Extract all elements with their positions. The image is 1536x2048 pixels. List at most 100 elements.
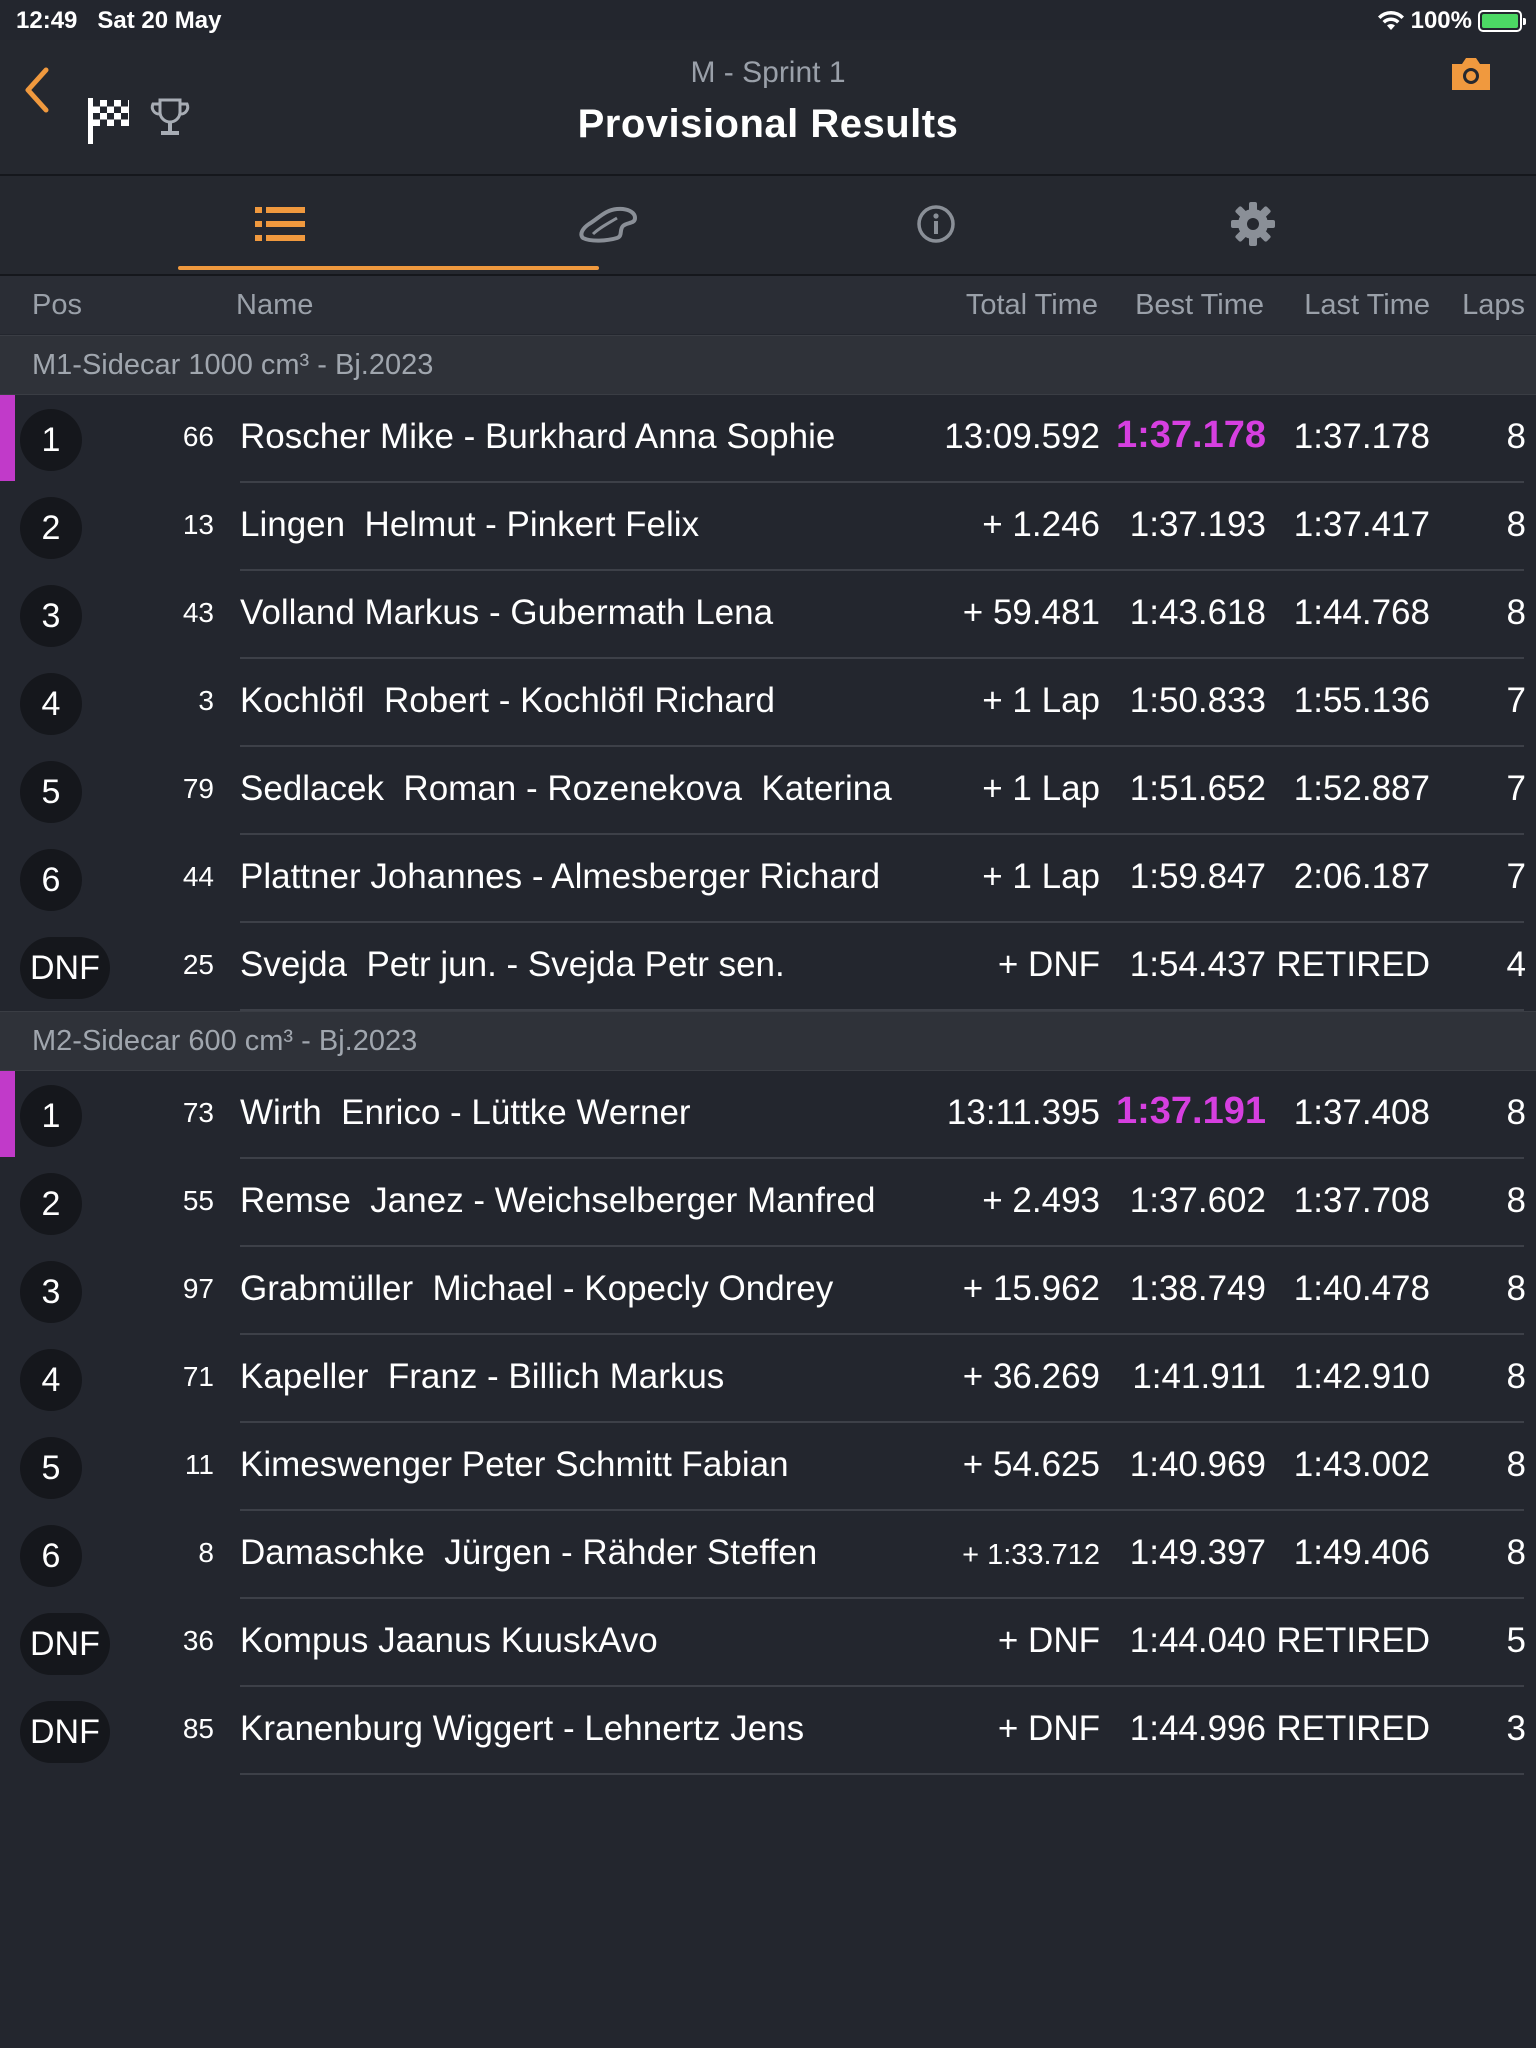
col-last-time[interactable]: Last Time [1304,289,1430,322]
col-laps[interactable]: Laps [1462,289,1525,322]
total-time: + 59.481 [962,593,1100,632]
last-time: 1:55.136 [1293,681,1430,720]
result-row[interactable]: 6 8 Damaschke Jürgen - Rähder Steffen + 1:3… [0,1511,1536,1599]
start-number: 73 [182,1097,214,1128]
info-icon [917,205,955,243]
start-number: 44 [182,861,214,892]
result-row[interactable]: 3 43 Volland Markus - Gubermath Lena + 59.4… [0,571,1536,659]
gear-icon [1231,202,1275,246]
position-badge: 4 [20,1349,82,1411]
position-badge: DNF [20,1701,110,1763]
laps-count: 8 [1506,1269,1526,1308]
best-time: 1:41.911 [1132,1357,1266,1396]
status-bar: 12:49 Sat 20 May 100% [0,0,1536,40]
position-badge: 3 [20,585,82,647]
last-time: RETIRED [1276,1621,1430,1660]
total-time: + DNF [997,1709,1100,1748]
last-time: 1:37.708 [1293,1181,1430,1220]
start-number: 8 [198,1537,214,1568]
best-time: 1:40.969 [1129,1445,1266,1484]
last-time: 1:40.478 [1293,1269,1430,1308]
start-number: 3 [198,685,214,716]
position-badge: DNF [20,1613,110,1675]
total-time: + 15.962 [962,1269,1100,1308]
position-badge: 1 [20,409,82,471]
column-header: Pos Name Total Time Best Time Last Time … [0,276,1536,334]
list-icon [255,207,305,241]
result-row[interactable]: DNF 85 Kranenburg Wiggert - Lehnertz Jens +… [0,1687,1536,1775]
col-pos[interactable]: Pos [32,289,82,322]
active-tab-indicator [178,266,599,270]
tab-settings[interactable] [1043,176,1463,272]
start-number: 66 [182,421,214,452]
camera-icon[interactable] [1448,54,1494,94]
rider-names: Damaschke Jürgen - Rähder Steffen [240,1533,818,1572]
col-total-time[interactable]: Total Time [966,289,1098,322]
fastest-lap-marker [0,1071,15,1157]
laps-count: 3 [1506,1709,1526,1748]
rider-names: Kochlöfl Robert - Kochlöfl Richard [240,681,775,720]
result-row[interactable]: DNF 36 Kompus Jaanus KuuskAvo + DNF 1:44.040… [0,1599,1536,1687]
start-number: 25 [182,949,214,980]
result-row[interactable]: 4 3 Kochlöfl Robert - Kochlöfl Richard + 1 … [0,659,1536,747]
total-time: + DNF [997,945,1100,984]
total-time: + 1:33.712 [962,1539,1100,1571]
total-time: + 1 Lap [982,857,1100,896]
start-number: 13 [182,509,214,540]
total-time: + 1 Lap [982,769,1100,808]
result-row[interactable]: 1 73 Wirth Enrico - Lüttke Werner 13:11.395… [0,1071,1536,1159]
best-time: 1:49.397 [1129,1533,1266,1572]
tab-bar [0,176,1536,276]
result-row[interactable]: 2 55 Remse Janez - Weichselberger Manfred +… [0,1159,1536,1247]
result-row[interactable]: DNF 25 Svejda Petr jun. - Svejda Petr sen.… [0,923,1536,1011]
rider-names: Kranenburg Wiggert - Lehnertz Jens [240,1709,805,1748]
result-row[interactable]: 5 79 Sedlacek Roman - Rozenekova Katerina +… [0,747,1536,835]
start-number: 97 [182,1273,214,1304]
start-number: 71 [182,1361,214,1392]
start-number: 85 [182,1713,214,1744]
fastest-lap-marker [0,395,15,481]
col-best-time[interactable]: Best Time [1135,289,1264,322]
status-time: 12:49 Sat 20 May [16,7,222,34]
last-time: RETIRED [1276,1709,1430,1748]
laps-count: 8 [1506,1533,1526,1572]
result-row[interactable]: 5 11 Kimeswenger Peter Schmitt Fabian + 54.… [0,1423,1536,1511]
last-time: 2:06.187 [1293,857,1430,896]
rider-names: Lingen Helmut - Pinkert Felix [240,505,700,544]
last-time: RETIRED [1276,945,1430,984]
track-icon [579,206,637,243]
total-time: 13:11.395 [946,1093,1100,1132]
last-time: 1:44.768 [1293,593,1430,632]
wifi-icon [1377,10,1404,30]
position-badge: 1 [20,1085,82,1147]
best-time: 1:37.178 [1115,414,1266,456]
laps-count: 8 [1506,593,1526,632]
result-row[interactable]: 2 13 Lingen Helmut - Pinkert Felix + 1.246 1… [0,483,1536,571]
rider-names: Kompus Jaanus KuuskAvo [240,1621,658,1660]
class-group-header: M1-Sidecar 1000 cm³ - Bj.2023 [0,335,1536,395]
result-row[interactable]: 1 66 Roscher Mike - Burkhard Anna Sophie 13… [0,395,1536,483]
laps-count: 8 [1506,1093,1526,1132]
best-time: 1:37.191 [1115,1090,1266,1132]
page-title: Provisional Results [577,102,959,146]
rider-names: Remse Janez - Weichselberger Manfred [240,1181,876,1220]
result-row[interactable]: 3 97 Grabmüller Michael - Kopecly Ondrey + … [0,1247,1536,1335]
result-row[interactable]: 4 71 Kapeller Franz - Billich Markus + 36.2… [0,1335,1536,1423]
laps-count: 8 [1506,505,1526,544]
best-time: 1:59.847 [1129,857,1266,896]
rider-names: Sedlacek Roman - Rozenekova Katerina [240,769,892,808]
rider-names: Svejda Petr jun. - Svejda Petr sen. [240,945,785,984]
laps-count: 7 [1506,769,1526,808]
total-time: 13:09.592 [944,417,1100,456]
laps-count: 8 [1506,1445,1526,1484]
position-badge: 3 [20,1261,82,1323]
best-time: 1:50.833 [1129,681,1266,720]
result-row[interactable]: 6 44 Plattner Johannes - Almesberger Richa… [0,835,1536,923]
status-right: 100% [1377,7,1526,35]
col-name[interactable]: Name [236,289,313,322]
laps-count: 7 [1506,681,1526,720]
rider-names: Plattner Johannes - Almesberger Richard [240,857,881,896]
position-badge: 2 [20,497,82,559]
class-group-title: M1-Sidecar 1000 cm³ - Bj.2023 [32,349,434,381]
rider-names: Roscher Mike - Burkhard Anna Sophie [240,417,836,456]
